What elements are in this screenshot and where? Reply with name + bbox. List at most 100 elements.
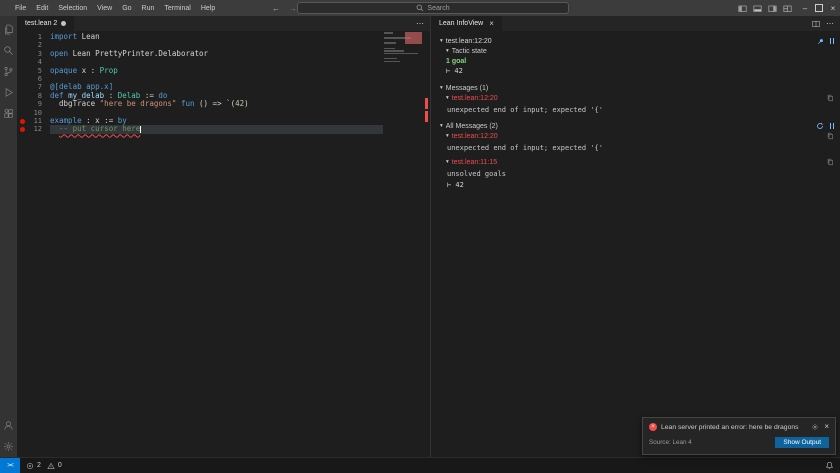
line-number: 3 <box>27 50 42 58</box>
menu-file[interactable]: File <box>10 0 31 16</box>
code-editor[interactable]: 1import Lean23open Lean PrettyPrinter.De… <box>17 31 430 457</box>
run-debug-icon[interactable] <box>0 82 17 103</box>
tab-test-lean[interactable]: test.lean 2 <box>17 16 74 31</box>
tactic-state-header[interactable]: ▾ Tactic state <box>431 46 840 56</box>
infoview-panel: Lean InfoView × ⋯ ▾ test.lean:12:20 <box>430 16 840 457</box>
minimap-line <box>384 32 393 34</box>
chevron-down-icon[interactable]: ▾ <box>440 85 443 91</box>
notification-settings-gear-icon[interactable] <box>811 423 819 431</box>
chevron-down-icon[interactable]: ▾ <box>440 123 443 129</box>
remote-indicator[interactable]: >< <box>0 458 20 473</box>
accounts-icon[interactable] <box>0 415 17 436</box>
notifications-bell-icon[interactable] <box>825 461 834 470</box>
code-line-12[interactable]: 12 -- put cursor here <box>17 125 430 133</box>
line-number: 11 <box>27 117 42 125</box>
infoview-position-header[interactable]: ▾ test.lean:12:20 <box>431 36 840 46</box>
pause-updating-icon[interactable] <box>830 38 835 44</box>
toggle-secondary-sidebar-icon[interactable] <box>768 4 777 13</box>
maximize-button[interactable] <box>812 0 826 16</box>
code-text[interactable]: opaque x : Prop <box>50 67 383 75</box>
chevron-down-icon[interactable]: ▾ <box>446 133 449 139</box>
message-location-header[interactable]: ▾ test.lean:12:20 <box>431 93 840 103</box>
minimap[interactable] <box>384 32 422 102</box>
chevron-down-icon[interactable]: ▾ <box>446 159 449 165</box>
forward-arrow-icon[interactable]: → <box>289 4 297 13</box>
menu-selection[interactable]: Selection <box>53 0 92 16</box>
menu-edit[interactable]: Edit <box>31 0 53 16</box>
error-message: unsolved goals <box>431 170 840 178</box>
show-output-button[interactable]: Show Output <box>775 437 829 448</box>
menu-bar: File Edit Selection View Go Run Terminal… <box>0 0 220 16</box>
history-nav: ← → <box>272 4 297 13</box>
pause-updating-icon[interactable] <box>830 123 835 129</box>
code-lines: 1import Lean23open Lean PrettyPrinter.De… <box>17 33 430 134</box>
code-text[interactable]: -- put cursor here <box>50 125 383 133</box>
copy-icon[interactable] <box>827 132 834 140</box>
copy-icon[interactable] <box>827 158 834 166</box>
editor-group: test.lean 2 ⋯ 1import Lean23open Lean Pr… <box>17 16 430 457</box>
line-number: 4 <box>27 58 42 66</box>
goal-expression: ⊢ 42 <box>431 66 840 76</box>
message-location[interactable]: test.lean:11:15 <box>452 159 497 166</box>
error-message: unexpected end of input; expected '{' <box>431 144 840 152</box>
line-number: 10 <box>27 109 42 117</box>
chevron-down-icon[interactable]: ▾ <box>446 48 449 54</box>
pin-icon[interactable] <box>817 38 824 45</box>
tab-lean-infoview[interactable]: Lean InfoView × <box>431 16 502 31</box>
more-actions-icon[interactable]: ⋯ <box>416 19 424 28</box>
close-tab-icon[interactable]: × <box>489 20 494 28</box>
line-number: 5 <box>27 67 42 75</box>
message-location[interactable]: test.lean:12:20 <box>452 133 498 140</box>
minimap-line <box>384 53 418 55</box>
minimize-button[interactable]: – <box>798 0 812 16</box>
modified-dot-icon[interactable] <box>61 21 66 26</box>
messages-header[interactable]: ▾ Messages (1) <box>431 83 840 93</box>
code-line-3[interactable]: 3 open Lean PrettyPrinter.Delaborator <box>17 50 430 58</box>
code-line-9[interactable]: 9 dbgTrace "here be dragons" fun () => `… <box>17 100 430 108</box>
search-label: Search <box>427 5 449 12</box>
code-line-1[interactable]: 1import Lean <box>17 33 430 41</box>
all-messages-header[interactable]: ▾ All Messages (2) <box>431 121 840 131</box>
source-control-icon[interactable] <box>0 61 17 82</box>
notification-footer: Source: Lean 4 Show Output <box>643 434 835 454</box>
menu-run[interactable]: Run <box>137 0 160 16</box>
notification-close-icon[interactable]: × <box>824 423 829 431</box>
extensions-icon[interactable] <box>0 103 17 124</box>
settings-gear-icon[interactable] <box>0 436 17 457</box>
code-line-5[interactable]: 5 opaque x : Prop <box>17 67 430 75</box>
activity-bar <box>0 16 17 457</box>
explorer-icon[interactable] <box>0 19 17 40</box>
menu-terminal[interactable]: Terminal <box>159 0 195 16</box>
search-sidebar-icon[interactable] <box>0 40 17 61</box>
position-label[interactable]: test.lean:12:20 <box>446 38 492 45</box>
toggle-sidebar-icon[interactable] <box>738 4 747 13</box>
chevron-down-icon[interactable]: ▾ <box>440 38 443 44</box>
chevron-down-icon[interactable]: ▾ <box>446 95 449 101</box>
refresh-icon[interactable] <box>816 122 824 130</box>
copy-icon[interactable] <box>827 94 834 102</box>
close-window-button[interactable]: × <box>826 0 840 16</box>
overview-ruler-error-mark[interactable] <box>425 98 428 109</box>
gutter-error-icon[interactable] <box>17 119 27 124</box>
message-location-header[interactable]: ▾ test.lean:12:20 <box>431 131 840 141</box>
back-arrow-icon[interactable]: ← <box>272 4 280 13</box>
message-location-header[interactable]: ▾ test.lean:11:15 <box>431 157 840 167</box>
code-text[interactable]: dbgTrace "here be dragons" fun () => `(4… <box>50 100 383 108</box>
command-center-search[interactable]: Search <box>297 2 569 14</box>
toggle-panel-icon[interactable] <box>753 4 762 13</box>
menu-view[interactable]: View <box>92 0 117 16</box>
gutter-error-icon[interactable] <box>17 127 27 132</box>
message-location[interactable]: test.lean:12:20 <box>452 95 498 102</box>
split-editor-icon[interactable] <box>812 20 820 28</box>
customize-layout-icon[interactable] <box>783 4 792 13</box>
code-text[interactable]: import Lean <box>50 33 383 41</box>
menu-help[interactable]: Help <box>196 0 220 16</box>
search-icon <box>416 4 424 12</box>
overview-ruler-error-mark[interactable] <box>425 111 428 122</box>
problems-status[interactable]: 2 0 <box>20 462 71 470</box>
editor-tab-bar: test.lean 2 ⋯ <box>17 16 430 31</box>
menu-go[interactable]: Go <box>117 0 136 16</box>
code-text[interactable]: open Lean PrettyPrinter.Delaborator <box>50 50 383 58</box>
more-actions-icon[interactable]: ⋯ <box>826 19 834 28</box>
vscode-window: File Edit Selection View Go Run Terminal… <box>0 0 840 473</box>
